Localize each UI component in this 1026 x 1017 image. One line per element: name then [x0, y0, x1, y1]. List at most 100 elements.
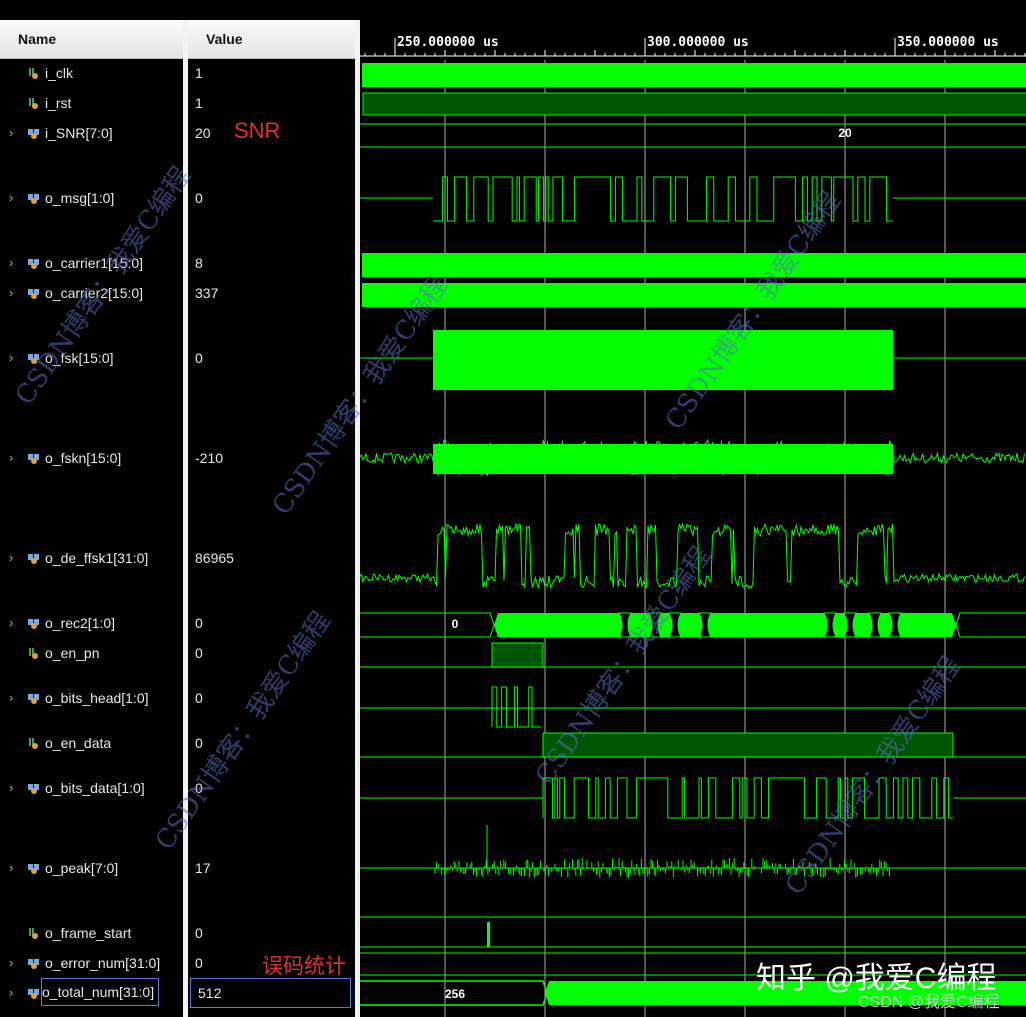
expand-chevron-icon[interactable]: ›: [9, 547, 13, 569]
signal-name: o_bits_data[1:0]: [45, 780, 145, 796]
waveform-canvas[interactable]: 250.000000 us 300.000000 us 350.000000 us 2…: [360, 0, 1026, 1017]
bus-signal-icon: [28, 454, 39, 464]
signal-value-row[interactable]: 8: [188, 252, 355, 274]
signal-value-row[interactable]: 0: [188, 687, 355, 709]
signal-value-row[interactable]: 86965: [188, 547, 355, 569]
rec2-bus-fill: [494, 613, 956, 637]
signal-name: i_rst: [45, 95, 72, 111]
clk-wave: [362, 63, 1026, 87]
signal-name-row[interactable]: › o_peak[7:0]: [0, 857, 183, 879]
signal-name-row[interactable]: o_frame_start: [0, 922, 183, 944]
expand-chevron-icon[interactable]: ›: [9, 982, 13, 1004]
bus-signal-icon: [28, 289, 39, 299]
signal-value-row[interactable]: 1: [188, 92, 355, 114]
signal-name-row[interactable]: i_rst: [0, 92, 183, 114]
signal-name-row[interactable]: i_clk: [0, 62, 183, 84]
expand-chevron-icon[interactable]: ›: [9, 187, 13, 209]
signal-value-row[interactable]: 337: [188, 282, 355, 304]
rec2-bus: [955, 612, 1026, 638]
bit-signal-icon: [29, 648, 38, 659]
signal-value: 86965: [195, 550, 234, 566]
expand-chevron-icon[interactable]: ›: [9, 952, 13, 974]
signal-value: 0: [195, 690, 203, 706]
name-header-label: Name: [18, 31, 57, 47]
signal-value: 337: [195, 285, 219, 301]
bus-signal-icon: [28, 554, 39, 564]
signal-value: 0: [195, 925, 203, 941]
fsk-wave: [433, 330, 893, 390]
expand-chevron-icon[interactable]: ›: [9, 687, 13, 709]
signal-value: 0: [195, 645, 203, 661]
signal-name-row[interactable]: › o_rec2[1:0]: [0, 612, 183, 634]
signal-value: 0: [195, 780, 203, 796]
signal-value: 20: [195, 125, 211, 141]
signal-name: o_en_pn: [45, 645, 100, 661]
value-header[interactable]: Value: [188, 20, 355, 59]
de-ffsk1-wave: [360, 522, 1025, 590]
expand-chevron-icon[interactable]: ›: [9, 612, 13, 634]
expand-chevron-icon[interactable]: ›: [9, 777, 13, 799]
signal-value-row[interactable]: 0: [188, 347, 355, 369]
signal-value-row[interactable]: 1: [188, 62, 355, 84]
bus-signal-icon: [28, 694, 39, 704]
expand-chevron-icon[interactable]: ›: [9, 447, 13, 469]
signal-name-row[interactable]: › o_total_num[31:0]: [0, 978, 183, 1006]
signal-name: o_error_num[31:0]: [45, 955, 161, 971]
signal-value-row[interactable]: 0: [188, 777, 355, 799]
expand-chevron-icon[interactable]: ›: [9, 282, 13, 304]
expand-chevron-icon[interactable]: ›: [9, 347, 13, 369]
signal-name-row[interactable]: › o_carrier2[15:0]: [0, 282, 183, 304]
signal-value-row[interactable]: 0: [188, 187, 355, 209]
signal-value-row[interactable]: 0: [188, 642, 355, 664]
bits-head-wave: [491, 686, 541, 728]
signal-value-row[interactable]: 0: [188, 612, 355, 634]
signal-name: i_clk: [45, 65, 74, 81]
rst-wave: [362, 92, 1026, 116]
signal-name: o_bits_head[1:0]: [45, 690, 149, 706]
expand-chevron-icon[interactable]: ›: [9, 122, 13, 144]
signal-name-row[interactable]: › o_fsk[15:0]: [0, 347, 183, 369]
bus-signal-icon: [28, 864, 39, 874]
signal-value: -210: [195, 450, 224, 466]
expand-chevron-icon[interactable]: ›: [9, 252, 13, 274]
signal-name-row[interactable]: o_en_pn: [0, 642, 183, 664]
signal-name-row[interactable]: › o_error_num[31:0]: [0, 952, 183, 974]
name-header[interactable]: Name: [0, 20, 183, 59]
signal-name-row[interactable]: › o_carrier1[15:0]: [0, 252, 183, 274]
signal-name-row[interactable]: › i_SNR[7:0]: [0, 122, 183, 144]
rec2-bus-label: 0: [452, 617, 459, 631]
expand-chevron-icon[interactable]: ›: [9, 857, 13, 879]
signal-value-row[interactable]: 0: [188, 732, 355, 754]
bit-signal-icon: [29, 928, 38, 939]
error-stats-annotation: 误码统计: [262, 955, 346, 978]
carrier1-wave: [362, 253, 1026, 277]
frame-start-pulse: [487, 922, 490, 947]
fskn-envelope: [433, 444, 893, 474]
bus-signal-icon: [28, 959, 39, 969]
signal-name-row[interactable]: › o_bits_head[1:0]: [0, 687, 183, 709]
signal-value: 17: [195, 860, 211, 876]
signal-value-row[interactable]: -210: [188, 447, 355, 469]
signal-name-row[interactable]: › o_fskn[15:0]: [0, 447, 183, 469]
signal-value-row[interactable]: 17: [188, 857, 355, 879]
signal-name-row[interactable]: › o_de_ffsk1[31:0]: [0, 547, 183, 569]
signal-value-row[interactable]: 0: [188, 922, 355, 944]
csdn-watermark: CSDN @我爱C编程: [858, 994, 1000, 1011]
ruler-label: 300.000000 us: [647, 35, 749, 50]
signal-name-row[interactable]: › o_msg[1:0]: [0, 187, 183, 209]
signal-value: 0: [195, 735, 203, 751]
carrier2-wave: [362, 283, 1026, 307]
signal-name: o_frame_start: [45, 925, 132, 941]
signal-name: o_carrier2[15:0]: [45, 285, 144, 301]
signal-name-row[interactable]: o_en_data: [0, 732, 183, 754]
signal-value: 0: [195, 350, 203, 366]
signal-value: 1: [195, 65, 203, 81]
signal-name-row[interactable]: › o_bits_data[1:0]: [0, 777, 183, 799]
value-header-label: Value: [206, 31, 243, 47]
signal-value-row[interactable]: 512: [190, 978, 351, 1008]
ruler-label: 250.000000 us: [397, 35, 499, 50]
snr-annotation: SNR: [234, 118, 281, 143]
bit-signal-icon: [29, 738, 38, 749]
bus-signal-icon: [28, 784, 39, 794]
signal-value: 0: [195, 955, 203, 971]
